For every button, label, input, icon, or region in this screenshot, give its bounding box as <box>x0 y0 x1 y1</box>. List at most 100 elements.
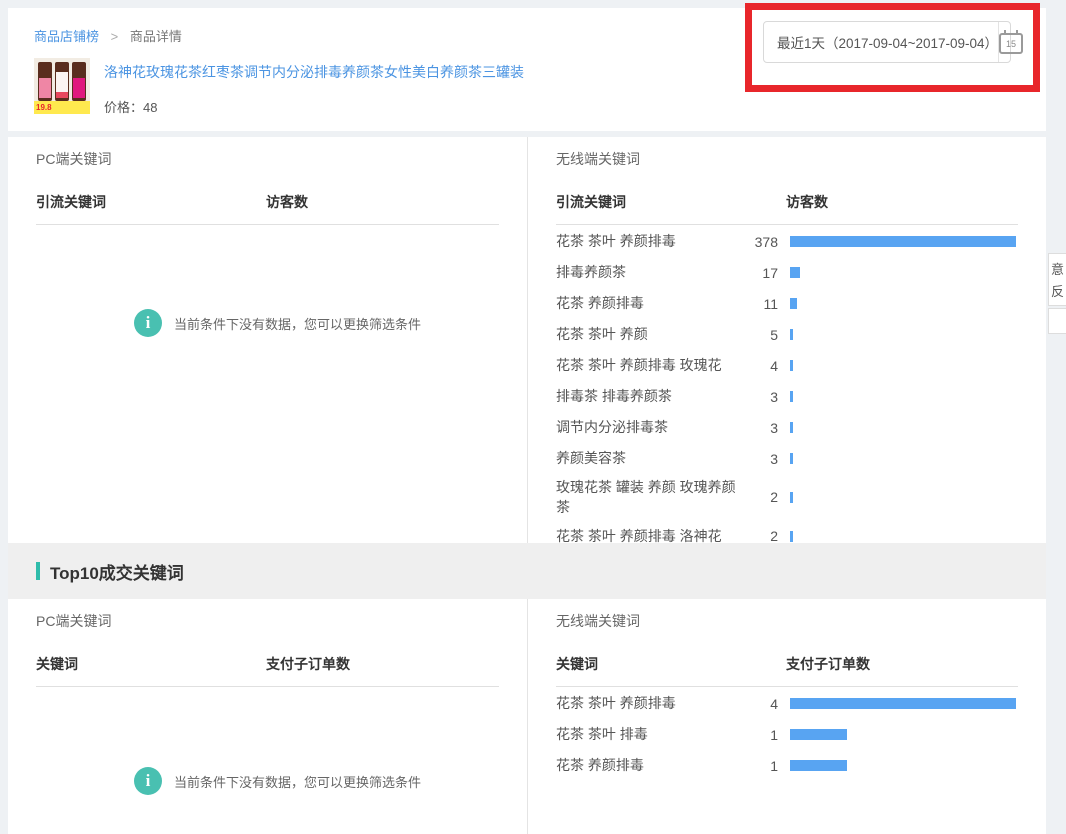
table-row: 花茶 茶叶 养颜 5 <box>556 319 1018 350</box>
value-bar <box>790 236 1016 247</box>
breadcrumb-root-link[interactable]: 商品店铺榜 <box>34 29 99 44</box>
value-column-header: 支付子订单数 <box>786 654 870 674</box>
keyword-cell: 花茶 茶叶 养颜排毒 玫瑰花 <box>556 352 741 378</box>
product-thumbnail[interactable]: 19.8 <box>34 58 90 114</box>
thumbnail-jar <box>38 62 52 101</box>
table-header: 关键词 支付子订单数 <box>36 654 499 687</box>
wireless-traffic-panel: 无线端关键词 引流关键词 访客数 花茶 茶叶 养颜排毒 378 排毒养颜茶 17 <box>527 137 1046 543</box>
value-cell: 11 <box>741 296 778 312</box>
value-bar <box>790 267 800 278</box>
empty-state-text: 当前条件下没有数据，您可以更换筛选条件 <box>174 314 421 333</box>
empty-state: i 当前条件下没有数据，您可以更换筛选条件 <box>134 767 499 795</box>
pc-traffic-panel: PC端关键词 引流关键词 访客数 i 当前条件下没有数据，您可以更换筛选条件 <box>8 137 527 543</box>
panel-title: PC端关键词 <box>36 149 499 169</box>
empty-state-text: 当前条件下没有数据，您可以更换筛选条件 <box>174 772 421 791</box>
value-column-header: 访客数 <box>786 192 828 212</box>
table-header: 引流关键词 访客数 <box>556 192 1018 225</box>
value-bar <box>790 391 793 402</box>
feedback-label-line: 反 <box>1051 281 1066 303</box>
table-row: 花茶 茶叶 养颜排毒 4 <box>556 688 1018 719</box>
value-cell: 2 <box>741 489 778 505</box>
keyword-column-header: 关键词 <box>36 654 266 674</box>
side-secondary-button[interactable] <box>1048 308 1066 334</box>
table-row: 花茶 茶叶 养颜排毒 玫瑰花 4 <box>556 350 1018 381</box>
value-cell: 1 <box>741 758 778 774</box>
table-row: 花茶 养颜排毒 1 <box>556 750 1018 781</box>
value-cell: 3 <box>741 420 778 436</box>
calendar-icon: 15 <box>999 33 1023 54</box>
keyword-table-body: 花茶 茶叶 养颜排毒 4 花茶 茶叶 排毒 1 花茶 养颜排毒 1 <box>556 688 1018 781</box>
keyword-table-body: 花茶 茶叶 养颜排毒 378 排毒养颜茶 17 花茶 养颜排毒 11 <box>556 226 1018 552</box>
table-row: 花茶 养颜排毒 11 <box>556 288 1018 319</box>
product-summary: 19.8 洛神花玫瑰花茶红枣茶调节内分泌排毒养颜茶女性美白养颜茶三罐装 价格：4… <box>34 58 1046 116</box>
section-title: Top10成交关键词 <box>50 559 184 584</box>
value-cell: 3 <box>741 389 778 405</box>
empty-state: i 当前条件下没有数据，您可以更换筛选条件 <box>134 309 499 337</box>
panel-title: PC端关键词 <box>36 611 499 631</box>
breadcrumb-separator: > <box>111 29 119 44</box>
thumbnail-jar <box>72 62 86 101</box>
keyword-cell: 花茶 养颜排毒 <box>556 752 741 778</box>
value-bar <box>790 760 847 771</box>
feedback-button[interactable]: 意 反 <box>1048 253 1066 306</box>
keyword-column-header: 引流关键词 <box>36 192 266 212</box>
value-cell: 378 <box>741 234 778 250</box>
feedback-label-line: 意 <box>1051 259 1066 281</box>
table-row: 排毒养颜茶 17 <box>556 257 1018 288</box>
keyword-cell: 花茶 养颜排毒 <box>556 290 741 316</box>
calendar-button[interactable]: 15 <box>998 22 1023 62</box>
product-price: 价格：48 <box>104 97 524 116</box>
value-cell: 4 <box>741 358 778 374</box>
table-header: 引流关键词 访客数 <box>36 192 499 225</box>
date-range-label: 最近1天（2017-09-04~2017-09-04） <box>764 32 998 52</box>
keyword-cell: 玫瑰花茶 罐装 养颜 玫瑰养颜茶 <box>556 474 741 521</box>
info-icon: i <box>134 309 162 337</box>
value-bar <box>790 360 793 371</box>
value-bar <box>790 422 793 433</box>
keyword-cell: 花茶 茶叶 排毒 <box>556 721 741 747</box>
wireless-deal-panel: 无线端关键词 关键词 支付子订单数 花茶 茶叶 养颜排毒 4 花茶 茶叶 排毒 … <box>527 599 1046 834</box>
value-cell: 3 <box>741 451 778 467</box>
value-cell: 17 <box>741 265 778 281</box>
deal-section-band: Top10成交关键词 <box>8 543 1046 599</box>
info-icon: i <box>134 767 162 795</box>
product-title-link[interactable]: 洛神花玫瑰花茶红枣茶调节内分泌排毒养颜茶女性美白养颜茶三罐装 <box>104 62 524 82</box>
table-row: 花茶 茶叶 排毒 1 <box>556 719 1018 750</box>
pc-deal-panel: PC端关键词 关键词 支付子订单数 i 当前条件下没有数据，您可以更换筛选条件 <box>8 599 527 834</box>
value-bar <box>790 329 793 340</box>
value-bar <box>790 698 1016 709</box>
value-cell: 1 <box>741 727 778 743</box>
table-row: 排毒茶 排毒养颜茶 3 <box>556 381 1018 412</box>
panel-title: 无线端关键词 <box>556 611 1018 631</box>
keyword-column-header: 引流关键词 <box>556 192 786 212</box>
value-column-header: 访客数 <box>266 192 308 212</box>
breadcrumb-current: 商品详情 <box>130 29 182 44</box>
keyword-cell: 花茶 茶叶 养颜排毒 <box>556 228 741 254</box>
section-marker <box>36 562 40 580</box>
thumbnail-jar <box>55 62 69 101</box>
keyword-cell: 调节内分泌排毒茶 <box>556 414 741 440</box>
table-row: 养颜美容茶 3 <box>556 443 1018 474</box>
table-row: 花茶 茶叶 养颜排毒 378 <box>556 226 1018 257</box>
value-cell: 4 <box>741 696 778 712</box>
value-bar <box>790 492 793 503</box>
value-column-header: 支付子订单数 <box>266 654 350 674</box>
table-row: 玫瑰花茶 罐装 养颜 玫瑰养颜茶 2 <box>556 474 1018 521</box>
value-bar <box>790 531 793 542</box>
value-bar <box>790 298 797 309</box>
panel-title: 无线端关键词 <box>556 149 1018 169</box>
date-range-picker[interactable]: 最近1天（2017-09-04~2017-09-04） 15 <box>763 21 1011 63</box>
keyword-cell: 排毒养颜茶 <box>556 259 741 285</box>
keyword-cell: 养颜美容茶 <box>556 445 741 471</box>
thumbnail-price-badge: 19.8 <box>34 101 90 114</box>
value-cell: 5 <box>741 327 778 343</box>
keyword-cell: 花茶 茶叶 养颜 <box>556 321 741 347</box>
keyword-column-header: 关键词 <box>556 654 786 674</box>
deal-keywords-card: PC端关键词 关键词 支付子订单数 i 当前条件下没有数据，您可以更换筛选条件 … <box>8 599 1046 834</box>
keyword-cell: 花茶 茶叶 养颜排毒 <box>556 690 741 716</box>
table-header: 关键词 支付子订单数 <box>556 654 1018 687</box>
table-row: 调节内分泌排毒茶 3 <box>556 412 1018 443</box>
side-feedback-widget: 意 反 <box>1048 253 1066 334</box>
traffic-keywords-card: PC端关键词 引流关键词 访客数 i 当前条件下没有数据，您可以更换筛选条件 无… <box>8 137 1046 543</box>
value-bar <box>790 453 793 464</box>
